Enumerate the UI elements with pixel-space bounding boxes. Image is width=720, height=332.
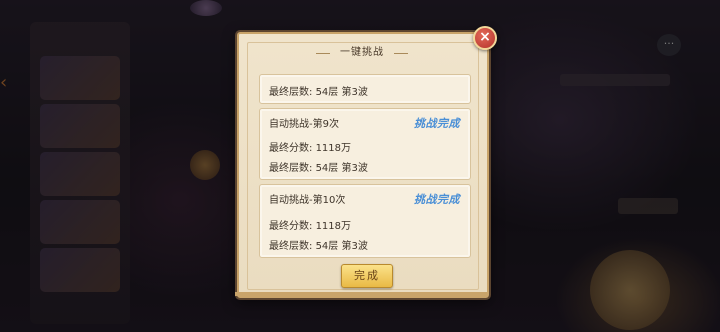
done-button[interactable]: 完成	[341, 264, 393, 288]
dialog-bottom-trim	[235, 292, 487, 296]
run-card: 自动挑战-第10次 挑战完成 最终分数: 1118万 最终层数: 54层 第3波	[259, 184, 471, 258]
run-name: 自动挑战-第9次	[269, 119, 339, 130]
title-ornament	[394, 53, 408, 54]
score-value: 1118万	[315, 221, 352, 232]
run-card: 自动挑战-第9次 挑战完成 最终分数: 1118万 最终层数: 54层 第3波	[259, 108, 471, 180]
floor-value: 54层 第3波	[315, 163, 368, 174]
close-button[interactable]: ×	[473, 26, 497, 50]
score-label: 最终分数:	[269, 143, 313, 154]
floor-label: 最终层数:	[269, 163, 313, 174]
run-status-badge: 挑战完成	[414, 117, 460, 130]
summary-card: 最终层数: 54层 第3波	[259, 74, 471, 104]
run-name: 自动挑战-第10次	[269, 195, 346, 206]
one-click-challenge-dialog: 一键挑战 × 最终层数: 54层 第3波 自动挑战-第9次 挑战完成 最终分数:…	[235, 26, 497, 298]
run-score-row: 最终分数: 1118万	[269, 217, 351, 232]
score-label: 最终分数:	[269, 221, 313, 232]
run-floor-row: 最终层数: 54层 第3波	[269, 159, 368, 174]
run-score-row: 最终分数: 1118万	[269, 139, 351, 154]
close-icon: ×	[479, 29, 491, 45]
final-floor-label: 最终层数:	[269, 87, 313, 98]
run-floor-row: 最终层数: 54层 第3波	[269, 237, 368, 252]
score-value: 1118万	[315, 143, 352, 154]
final-floor-value: 54层 第3波	[315, 87, 368, 98]
run-status-badge: 挑战完成	[414, 193, 460, 206]
summary-floor-row: 最终层数: 54层 第3波	[269, 83, 368, 98]
floor-label: 最终层数:	[269, 241, 313, 252]
floor-value: 54层 第3波	[315, 241, 368, 252]
dialog-title-bar: 一键挑战	[316, 44, 408, 62]
